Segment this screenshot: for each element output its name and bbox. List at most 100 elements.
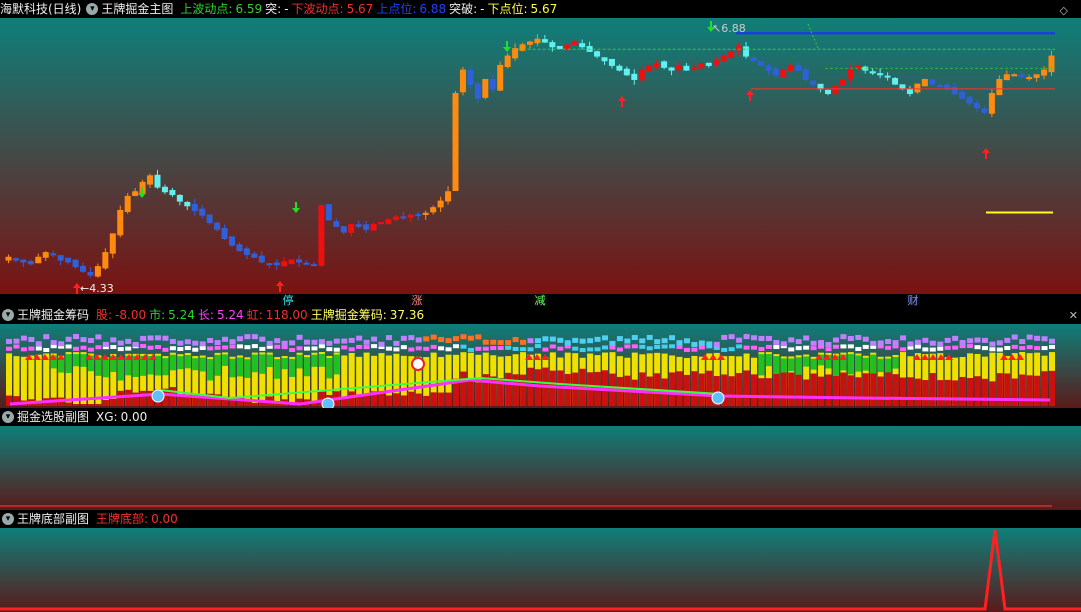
candle — [378, 222, 384, 225]
chip-bar — [304, 339, 310, 406]
candle — [452, 91, 459, 192]
candle — [288, 259, 295, 265]
chang-value: 5.24 — [216, 308, 244, 322]
chip-bar — [862, 336, 869, 406]
bottom-chart — [0, 528, 1081, 612]
hong-label: 虹: — [246, 308, 263, 322]
candle — [459, 66, 466, 96]
chevron-down-icon[interactable]: ▾ — [2, 513, 14, 525]
close-icon[interactable]: ✕ — [1069, 307, 1078, 325]
candle — [124, 193, 131, 214]
gu-label: 股: — [96, 308, 113, 322]
chip-bar — [1011, 334, 1018, 406]
candle — [206, 214, 213, 225]
xg-label: XG: — [96, 410, 118, 424]
chip-bar — [527, 338, 534, 406]
chips-main-label: 王牌掘金筹码: — [310, 308, 387, 322]
candle — [229, 236, 235, 248]
shi-value: 5.24 — [168, 308, 195, 322]
chip-bar — [669, 335, 676, 406]
chip-bar — [944, 337, 951, 406]
chip-bar — [80, 337, 87, 406]
gu-value: -8.00 — [115, 308, 147, 322]
candle — [892, 77, 899, 85]
chip-bar — [1019, 339, 1026, 406]
main-chart-header: 海默科技(日线) ▾ 王牌掘金主图 上波动点: 6.59 突: - 下波动点: … — [0, 0, 1081, 18]
candlestick-chart: ←4.33 ↖6.88 停 涨 减 财 — [0, 18, 1081, 306]
chip-bar — [832, 337, 839, 406]
xg-title: 掘金选股副图 — [17, 410, 90, 424]
chip-bar — [274, 338, 281, 406]
chip-bar — [289, 340, 296, 406]
chip-bar — [6, 338, 12, 406]
down-wave-value: 5.67 — [346, 2, 374, 16]
plus-marker-icon — [411, 357, 425, 371]
chip-bar — [341, 338, 348, 406]
chevron-down-icon[interactable]: ▾ — [86, 3, 99, 15]
chip-bar — [639, 338, 646, 406]
chip-bar — [222, 336, 229, 406]
candle — [497, 61, 504, 92]
chip-bar — [1026, 334, 1033, 406]
chip-bar — [460, 334, 467, 406]
chips-title: 王牌掘金筹码 — [17, 308, 90, 322]
bubble-marker-icon — [151, 389, 165, 403]
high-annotation: ↖6.88 — [712, 22, 746, 35]
chip-bar — [400, 335, 407, 406]
chip-bar — [445, 338, 452, 406]
chip-bar — [326, 340, 333, 406]
chip-bar — [430, 334, 437, 406]
chip-bar — [572, 337, 579, 406]
chip-bar — [922, 337, 929, 406]
chip-bar — [602, 335, 608, 406]
down-wave-label: 下波动点: — [291, 2, 344, 16]
chip-bar — [557, 337, 564, 406]
candle — [839, 78, 846, 86]
lower-value: 5.67 — [530, 2, 558, 16]
chang-label: 长: — [197, 308, 214, 322]
chip-bar — [996, 340, 1003, 406]
bottom-label: 王牌底部: — [96, 512, 149, 526]
chip-bar — [661, 338, 668, 406]
chip-bar — [393, 340, 400, 406]
candle — [646, 64, 653, 72]
chip-bar — [371, 336, 378, 406]
chart-background — [0, 18, 1081, 294]
up-wave-value: 6.59 — [235, 2, 263, 16]
chips-chart — [0, 324, 1081, 408]
chip-bar — [691, 341, 698, 406]
xg-header: ▾ 掘金选股副图 XG: 0.00 — [0, 408, 1081, 426]
chevron-down-icon[interactable]: ▾ — [2, 411, 14, 423]
bubble-marker-icon — [711, 391, 725, 405]
chip-bar — [587, 338, 594, 406]
chip-bar — [1049, 338, 1055, 406]
bottom-title: 王牌底部副图 — [17, 512, 90, 526]
event-label: 停 — [283, 293, 294, 306]
chevron-down-icon[interactable]: ▾ — [2, 309, 14, 321]
chip-bar — [512, 337, 519, 406]
chip-bar — [885, 339, 892, 406]
chip-bar — [1034, 335, 1041, 406]
chip-bar — [453, 336, 459, 406]
up-wave-label: 上波动点: — [180, 2, 233, 16]
chip-bar — [840, 334, 847, 406]
chip-bar — [333, 338, 340, 406]
chip-bar — [1004, 337, 1011, 406]
xg-chart — [0, 426, 1081, 510]
chips-main-value: 37.36 — [389, 308, 425, 322]
chip-bar — [989, 341, 996, 406]
chip-bar — [438, 337, 445, 406]
chip-bar — [631, 335, 638, 406]
tu-value: - — [284, 2, 289, 16]
chip-bar — [974, 337, 981, 406]
stock-name: 海默科技(日线) — [0, 2, 82, 16]
chip-bar — [490, 339, 497, 406]
indicator-name: 王牌掘金主图 — [101, 2, 174, 16]
tu-label: 突: — [265, 2, 282, 16]
candle — [921, 78, 928, 87]
candle — [318, 204, 325, 267]
chip-bar — [683, 338, 690, 406]
bottom-panel — [0, 528, 1081, 612]
chip-bar — [579, 338, 586, 406]
event-label: 减 — [535, 294, 546, 306]
